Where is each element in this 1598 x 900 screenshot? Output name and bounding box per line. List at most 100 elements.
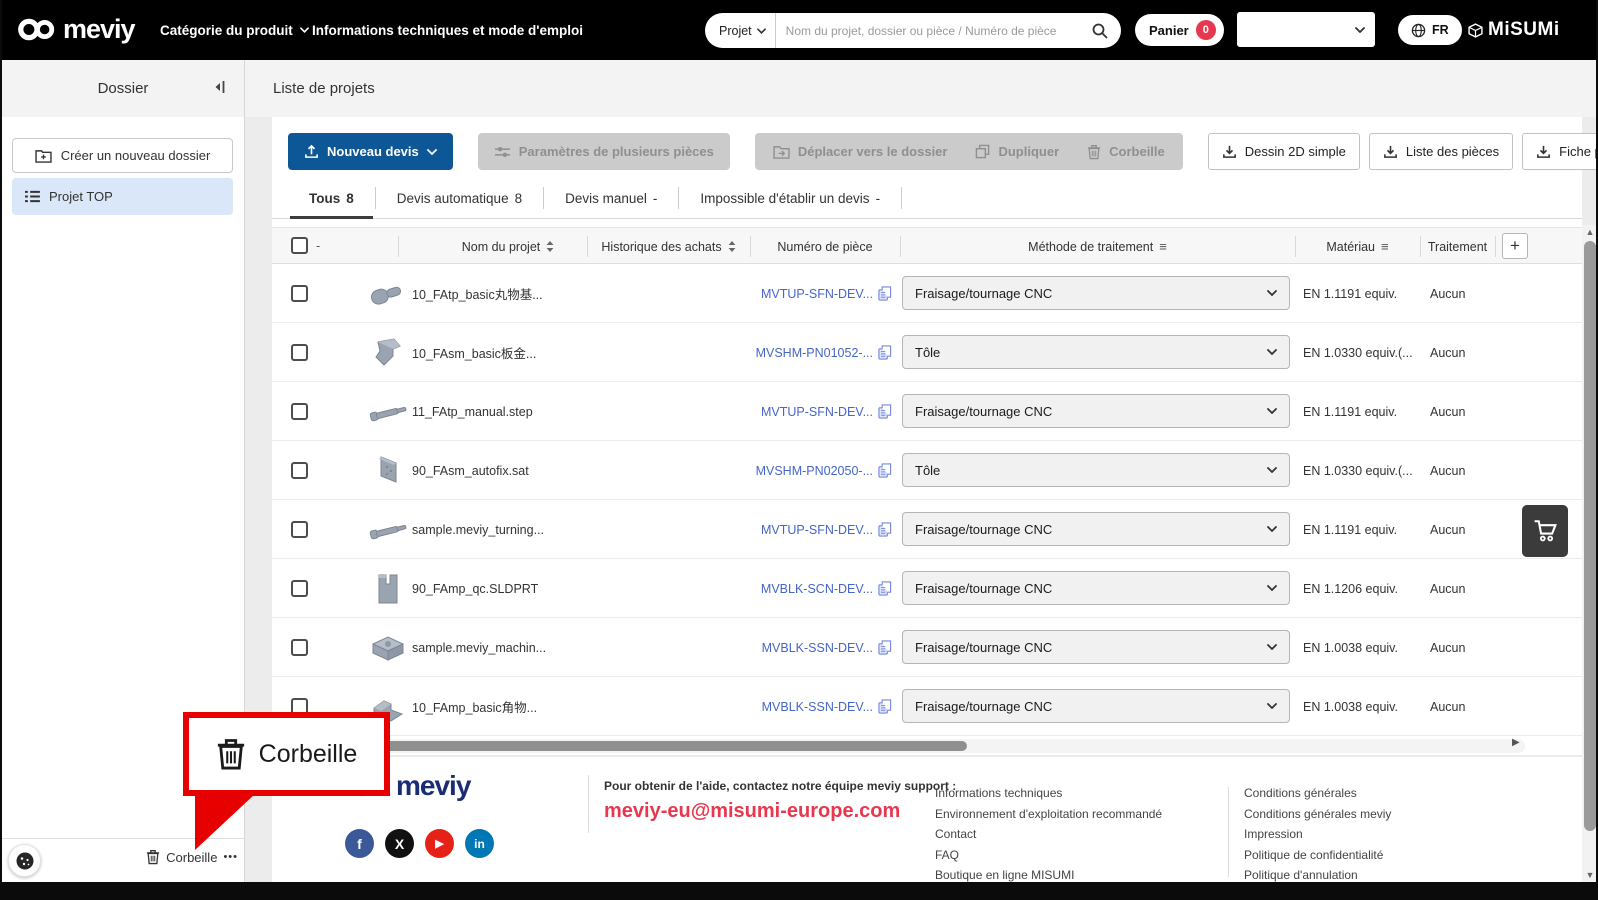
meviy-logo[interactable]: meviy xyxy=(16,14,136,45)
footer-link[interactable]: FAQ xyxy=(935,845,1162,866)
youtube-icon[interactable]: ▶ xyxy=(425,829,454,858)
processing-method-select[interactable]: Fraisage/tournage CNC xyxy=(902,394,1290,428)
part-number-link[interactable]: MVSHM-PN01052-... xyxy=(756,346,873,360)
x-twitter-icon[interactable]: X xyxy=(385,829,414,858)
copy-icon[interactable] xyxy=(878,345,892,360)
processing-method-select[interactable]: Fraisage/tournage CNC xyxy=(902,630,1290,664)
table-row: 90_FAsm_autofix.sat MVSHM-PN02050-... Tô… xyxy=(272,441,1582,500)
copy-icon[interactable] xyxy=(878,404,892,419)
facebook-icon[interactable]: f xyxy=(345,829,374,858)
globe-icon xyxy=(1411,23,1426,38)
header-purchase-history[interactable]: Historique des achats xyxy=(587,228,750,265)
tab-devis-manuel[interactable]: Devis manuel - xyxy=(544,178,678,218)
duplicate-icon xyxy=(975,144,990,159)
part-number-link[interactable]: MVTUP-SFN-DEV... xyxy=(761,523,873,537)
part-number-link[interactable]: MVTUP-SFN-DEV... xyxy=(761,405,873,419)
material-value: EN 1.1191 equiv. xyxy=(1303,404,1398,419)
row-checkbox[interactable] xyxy=(291,462,308,479)
language-button[interactable]: FR xyxy=(1398,15,1462,45)
processing-method-select[interactable]: Fraisage/tournage CNC xyxy=(902,689,1290,723)
create-folder-button[interactable]: Créer un nouveau dossier xyxy=(12,138,233,173)
top-navbar: meviy Catégorie du produit Informations … xyxy=(0,0,1598,60)
footer-link[interactable]: Impression xyxy=(1244,824,1391,845)
multi-part-settings-button[interactable]: Paramètres de plusieurs pièces xyxy=(477,133,730,170)
sort-icon[interactable] xyxy=(546,241,554,252)
menu-technical-info[interactable]: Informations techniques et mode d'emploi xyxy=(312,0,583,60)
processing-method-select[interactable]: Fraisage/tournage CNC xyxy=(902,571,1290,605)
product-sheet-button[interactable]: Fiche produit xyxy=(1522,133,1598,170)
treatment-value: Aucun xyxy=(1430,404,1466,419)
copy-icon[interactable] xyxy=(878,522,892,537)
copy-icon[interactable] xyxy=(878,699,892,714)
footer-link[interactable]: Informations techniques xyxy=(935,783,1162,804)
select-all-checkbox[interactable] xyxy=(291,237,308,254)
footer-link[interactable]: Contact xyxy=(935,824,1162,845)
footer-link[interactable]: Conditions générales xyxy=(1244,783,1391,804)
search-bar: Projet xyxy=(705,13,1121,48)
cart-side-tab[interactable] xyxy=(1522,505,1568,557)
vertical-scrollbar-thumb[interactable] xyxy=(1584,241,1596,831)
footer-link[interactable]: Environnement d'exploitation recommandé xyxy=(935,804,1162,825)
row-checkbox[interactable] xyxy=(291,403,308,420)
material-value: EN 1.0038 equiv. xyxy=(1303,699,1398,714)
horizontal-scrollbar[interactable] xyxy=(272,739,1525,753)
project-name: 90_FAmp_qc.SLDPRT xyxy=(412,581,539,596)
new-quote-button[interactable]: Nouveau devis xyxy=(288,133,453,170)
row-checkbox[interactable] xyxy=(291,521,308,538)
scroll-right-arrow[interactable]: ▶ xyxy=(1512,737,1520,748)
part-number-link[interactable]: MVSHM-PN02050-... xyxy=(756,464,873,478)
treatment-value: Aucun xyxy=(1430,699,1466,714)
menu-product-category[interactable]: Catégorie du produit xyxy=(160,0,309,60)
tab-impossible-devis[interactable]: Impossible d'établir un devis - xyxy=(679,178,901,218)
row-checkbox[interactable] xyxy=(291,580,308,597)
processing-method-select[interactable]: Tôle xyxy=(902,453,1290,487)
navbar-dropdown[interactable] xyxy=(1237,12,1375,47)
sidebar-item-projet-top[interactable]: Projet TOP xyxy=(12,178,233,215)
header-project-name[interactable]: Nom du projet xyxy=(408,228,608,265)
chevron-down-icon xyxy=(1267,467,1277,473)
list-icon xyxy=(24,190,40,203)
row-checkbox[interactable] xyxy=(291,285,308,302)
tab-separator xyxy=(901,187,903,209)
footer-link[interactable]: Politique de confidentialité xyxy=(1244,845,1391,866)
header-processing-method[interactable]: Méthode de traitement ≡ xyxy=(900,228,1295,265)
parts-list-button[interactable]: Liste des pièces xyxy=(1368,133,1514,170)
part-number-link[interactable]: MVBLK-SSN-DEV... xyxy=(762,700,873,714)
support-email-link[interactable]: meviy-eu@misumi-europe.com xyxy=(604,800,956,823)
search-scope-select[interactable]: Projet xyxy=(705,13,776,48)
tab-tous[interactable]: Tous 8 xyxy=(288,178,375,219)
linkedin-icon[interactable]: in xyxy=(465,829,494,858)
copy-icon[interactable] xyxy=(878,581,892,596)
row-checkbox[interactable] xyxy=(291,344,308,361)
sort-icon[interactable] xyxy=(728,241,736,252)
footer-link[interactable]: Conditions générales meviy xyxy=(1244,804,1391,825)
processing-method-select[interactable]: Tôle xyxy=(902,335,1290,369)
processing-method-select[interactable]: Fraisage/tournage CNC xyxy=(902,512,1290,546)
search-input[interactable] xyxy=(775,23,1088,38)
duplicate-button[interactable]: Dupliquer xyxy=(975,144,1059,159)
part-number-link[interactable]: MVTUP-SFN-DEV... xyxy=(761,287,873,301)
move-to-folder-button[interactable]: Déplacer vers le dossier xyxy=(773,144,947,159)
chevron-down-icon xyxy=(757,28,766,34)
misumi-logo[interactable]: MiSUMi xyxy=(1468,19,1560,41)
copy-icon[interactable] xyxy=(878,640,892,655)
tab-devis-automatique[interactable]: Devis automatique 8 xyxy=(376,178,543,218)
row-checkbox[interactable] xyxy=(291,639,308,656)
copy-icon[interactable] xyxy=(878,286,892,301)
cookie-settings-button[interactable] xyxy=(8,844,41,877)
header-material[interactable]: Matériau ≡ xyxy=(1295,228,1420,265)
part-number-link[interactable]: MVBLK-SCN-DEV... xyxy=(761,582,873,596)
simple-2d-drawing-button[interactable]: Dessin 2D simple xyxy=(1207,133,1360,170)
trash-button[interactable]: Corbeille xyxy=(1087,144,1165,160)
sidebar-collapse-button[interactable] xyxy=(212,80,226,94)
sidebar-header: Dossier xyxy=(2,60,244,117)
add-column-button[interactable]: + xyxy=(1502,233,1528,259)
filter-icon[interactable]: ≡ xyxy=(1159,239,1167,254)
processing-method-select[interactable]: Fraisage/tournage CNC xyxy=(902,276,1290,310)
cart-button[interactable]: Panier 0 xyxy=(1135,14,1224,46)
filter-icon[interactable]: ≡ xyxy=(1381,239,1389,254)
search-button[interactable] xyxy=(1088,23,1121,39)
table-row: 10_FAtp_basic丸物基... MVTUP-SFN-DEV... Fra… xyxy=(272,264,1582,323)
part-number-link[interactable]: MVBLK-SSN-DEV... xyxy=(762,641,873,655)
copy-icon[interactable] xyxy=(878,463,892,478)
